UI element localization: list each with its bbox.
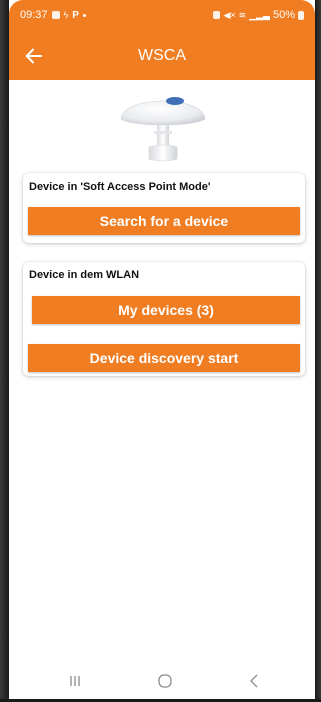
- home-icon[interactable]: [155, 673, 175, 689]
- soft-ap-card-title: Device in 'Soft Access Point Mode': [29, 181, 211, 193]
- more-notifications-icon: [82, 13, 86, 17]
- header: 09:37 ϟ P ◀× ≋ ▁▂▃ 50% WSCA: [9, 0, 315, 80]
- app-bar: WSCA: [9, 34, 315, 80]
- screen: 09:37 ϟ P ◀× ≋ ▁▂▃ 50% WSCA Device in 'S…: [9, 0, 315, 699]
- bezel-right: [315, 0, 321, 702]
- p-notification-icon: P: [72, 9, 79, 21]
- bezel-left: [0, 0, 9, 702]
- battery-level: 50%: [272, 9, 295, 21]
- soft-ap-card: Device in 'Soft Access Point Mode' Searc…: [23, 173, 305, 243]
- status-left: 09:37 ϟ P: [20, 9, 86, 21]
- system-nav-bar: [9, 663, 315, 699]
- nfc-icon: [213, 11, 221, 19]
- battery-icon: [298, 10, 304, 20]
- gallery-notification-icon: [51, 11, 60, 19]
- wsca-device-image: [120, 97, 206, 162]
- status-time: 09:37: [20, 9, 48, 21]
- lightning-notification-icon: ϟ: [63, 10, 69, 20]
- status-bar: 09:37 ϟ P ◀× ≋ ▁▂▃ 50%: [9, 0, 315, 34]
- page-title: WSCA: [138, 47, 186, 64]
- status-right: ◀× ≋ ▁▂▃ 50%: [213, 9, 304, 21]
- device-discovery-button[interactable]: Device discovery start: [28, 344, 300, 372]
- signal-icon: ▁▂▃: [249, 9, 270, 20]
- phone-frame: 09:37 ϟ P ◀× ≋ ▁▂▃ 50% WSCA Device in 'S…: [0, 0, 321, 702]
- wifi-icon: ≋: [238, 9, 247, 20]
- my-devices-button[interactable]: My devices (3): [32, 296, 300, 324]
- back-chevron-icon[interactable]: [245, 673, 265, 689]
- wlan-card: Device in dem WLAN My devices (3) Device…: [23, 262, 305, 376]
- wlan-card-title: Device in dem WLAN: [29, 269, 140, 281]
- search-device-button[interactable]: Search for a device: [28, 207, 300, 235]
- mute-icon: ◀×: [223, 9, 236, 20]
- recents-icon[interactable]: [65, 673, 85, 689]
